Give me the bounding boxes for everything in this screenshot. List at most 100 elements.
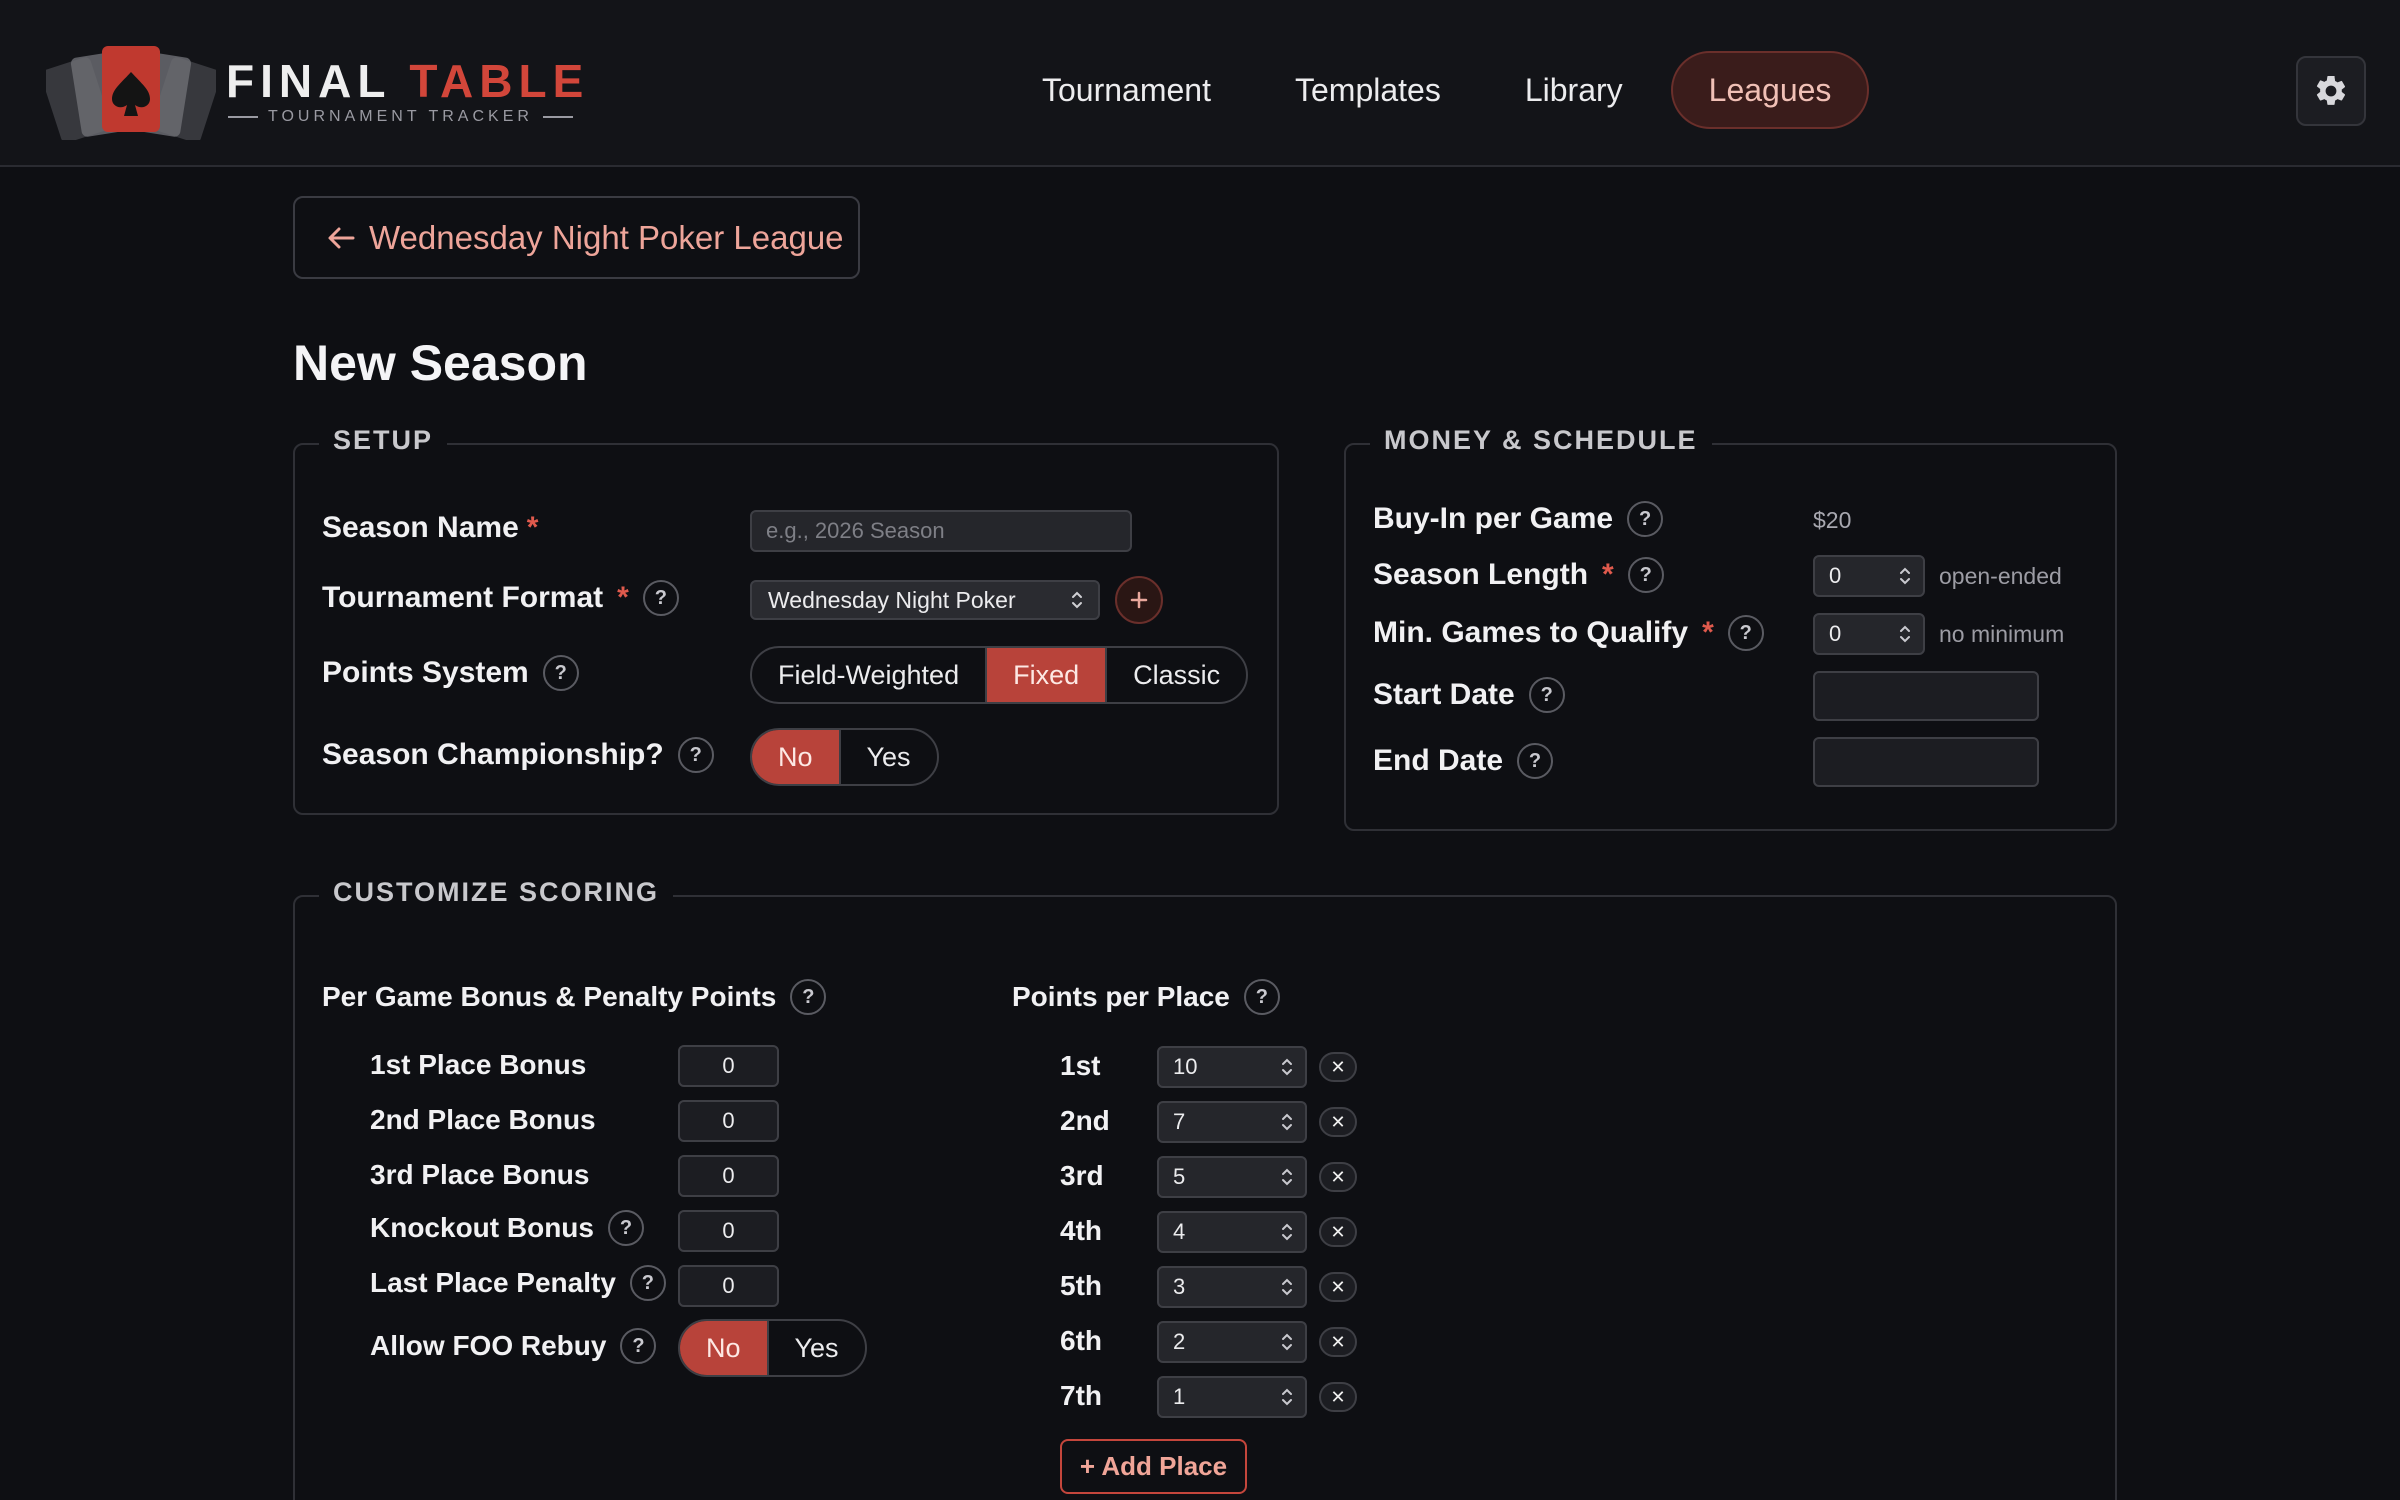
logo-tagline-text: TOURNAMENT TRACKER <box>268 108 533 125</box>
championship-option-yes[interactable]: Yes <box>841 730 937 784</box>
nav-leagues[interactable]: Leagues <box>1670 51 1870 129</box>
help-icon[interactable]: ? <box>1627 557 1664 593</box>
place-points-value: 10 <box>1173 1054 1198 1079</box>
points-option-fixed[interactable]: Fixed <box>987 648 1108 702</box>
place-points-value: 3 <box>1173 1274 1186 1299</box>
nav-templates[interactable]: Templates <box>1259 51 1477 129</box>
stepper-arrows-icon[interactable] <box>1281 1056 1293 1078</box>
help-icon[interactable]: ? <box>790 979 827 1015</box>
stepper-arrows-icon[interactable] <box>1899 623 1911 645</box>
place-points-value: 5 <box>1173 1164 1186 1189</box>
logo-wordmark: FINAL TABLE <box>226 58 589 104</box>
tournament-format-select[interactable]: Wednesday Night Poker <box>750 580 1100 620</box>
nav-library[interactable]: Library <box>1489 51 1659 129</box>
place-points-value: 2 <box>1173 1329 1186 1354</box>
season-length-stepper[interactable]: 0 <box>1813 555 1925 597</box>
place-points-stepper[interactable]: 7 <box>1157 1101 1307 1143</box>
min-games-stepper[interactable]: 0 <box>1813 613 1925 655</box>
stepper-arrows-icon[interactable] <box>1281 1276 1293 1298</box>
place-label: 5th <box>1060 1270 1102 1301</box>
tournament-format-value: Wednesday Night Poker <box>768 586 1016 613</box>
help-icon[interactable]: ? <box>629 1265 666 1301</box>
add-place-button[interactable]: + Add Place <box>1060 1439 1247 1494</box>
plus-icon <box>1130 591 1148 609</box>
bonus-input-3rd[interactable]: 0 <box>678 1155 779 1197</box>
points-option-field-weighted[interactable]: Field-Weighted <box>752 648 988 702</box>
points-option-classic[interactable]: Classic <box>1107 648 1246 702</box>
help-icon[interactable]: ? <box>1627 501 1664 537</box>
place-label: 1st <box>1060 1050 1101 1081</box>
logo-word-table: TABLE <box>409 55 590 107</box>
remove-place-button[interactable]: ✕ <box>1319 1382 1357 1412</box>
stepper-arrows-icon[interactable] <box>1281 1221 1293 1243</box>
nav-tournament[interactable]: Tournament <box>1006 51 1247 129</box>
place-points-stepper[interactable]: 2 <box>1157 1321 1307 1363</box>
remove-place-button[interactable]: ✕ <box>1319 1107 1357 1137</box>
foo-rebuy-option-yes[interactable]: Yes <box>769 1321 865 1375</box>
back-to-league-button[interactable]: Wednesday Night Poker League <box>293 196 860 279</box>
gear-icon <box>2316 75 2346 105</box>
arrow-left-icon <box>328 227 355 248</box>
stepper-arrows-icon[interactable] <box>1281 1111 1293 1133</box>
buy-in-value: $20 <box>1813 507 1852 533</box>
foo-rebuy-option-no[interactable]: No <box>680 1321 769 1375</box>
bonus-penalty-heading-text: Per Game Bonus & Penalty Points <box>322 981 777 1012</box>
championship-option-no[interactable]: No <box>752 730 841 784</box>
bonus-input-2nd[interactable]: 0 <box>678 1100 779 1142</box>
place-label: 6th <box>1060 1325 1102 1356</box>
bonus-input-1st[interactable]: 0 <box>678 1045 779 1087</box>
foo-rebuy-label-text: Allow FOO Rebuy <box>370 1330 607 1361</box>
place-points-stepper[interactable]: 5 <box>1157 1156 1307 1198</box>
place-points-stepper[interactable]: 4 <box>1157 1211 1307 1253</box>
place-points-stepper[interactable]: 3 <box>1157 1266 1307 1308</box>
bonus-input-last-place[interactable]: 0 <box>678 1265 779 1307</box>
buy-in-label-text: Buy-In per Game <box>1373 502 1614 535</box>
tournament-format-label: Tournament Format * ? <box>322 580 679 616</box>
season-name-label: Season Name * <box>322 511 538 545</box>
min-games-hint: no minimum <box>1939 621 2065 647</box>
stepper-arrows-icon[interactable] <box>1281 1386 1293 1408</box>
place-label: 2nd <box>1060 1105 1110 1136</box>
help-icon[interactable]: ? <box>620 1328 657 1364</box>
start-date-input[interactable] <box>1813 671 2039 721</box>
remove-place-button[interactable]: ✕ <box>1319 1327 1357 1357</box>
app-logo[interactable]: FINAL TABLE TOURNAMENT TRACKER <box>46 40 583 140</box>
bonus-input-knockout[interactable]: 0 <box>678 1210 779 1252</box>
help-icon[interactable]: ? <box>1517 743 1554 779</box>
add-format-button[interactable] <box>1115 576 1163 624</box>
help-icon[interactable]: ? <box>1727 615 1764 651</box>
help-icon[interactable]: ? <box>1243 979 1280 1015</box>
help-icon[interactable]: ? <box>608 1210 644 1246</box>
place-label: 7th <box>1060 1380 1102 1411</box>
remove-place-button[interactable]: ✕ <box>1319 1052 1357 1082</box>
bonus-row-knockout: Knockout Bonus ? <box>370 1210 644 1246</box>
help-icon[interactable]: ? <box>677 737 714 773</box>
end-date-input[interactable] <box>1813 737 2039 787</box>
remove-place-button[interactable]: ✕ <box>1319 1272 1357 1302</box>
settings-button[interactable] <box>2296 56 2366 126</box>
stepper-arrows-icon[interactable] <box>1281 1331 1293 1353</box>
stepper-arrows-icon[interactable] <box>1281 1166 1293 1188</box>
place-points-stepper[interactable]: 1 <box>1157 1376 1307 1418</box>
season-name-input[interactable] <box>750 510 1132 552</box>
bonus-label: Last Place Penalty <box>370 1267 616 1298</box>
remove-place-button[interactable]: ✕ <box>1319 1162 1357 1192</box>
bonus-label: Knockout Bonus <box>370 1212 594 1243</box>
min-games-label: Min. Games to Qualify * ? <box>1373 615 1764 651</box>
stepper-arrows-icon[interactable] <box>1899 565 1911 587</box>
required-marker: * <box>1702 616 1714 649</box>
help-icon[interactable]: ? <box>1528 677 1565 713</box>
points-per-place-heading-text: Points per Place <box>1012 981 1230 1012</box>
bonus-label: 1st Place Bonus <box>370 1049 587 1080</box>
logo-tagline: TOURNAMENT TRACKER <box>228 108 573 126</box>
help-icon[interactable]: ? <box>542 655 579 691</box>
card-fan-logo-icon <box>46 46 216 140</box>
season-length-hint: open-ended <box>1939 563 2062 589</box>
points-system-label: Points System ? <box>322 655 579 691</box>
help-icon[interactable]: ? <box>642 580 679 616</box>
logo-word-final: FINAL <box>226 55 391 107</box>
remove-place-button[interactable]: ✕ <box>1319 1217 1357 1247</box>
foo-rebuy-label: Allow FOO Rebuy ? <box>370 1328 657 1364</box>
required-marker: * <box>617 581 629 614</box>
place-points-stepper[interactable]: 10 <box>1157 1046 1307 1088</box>
